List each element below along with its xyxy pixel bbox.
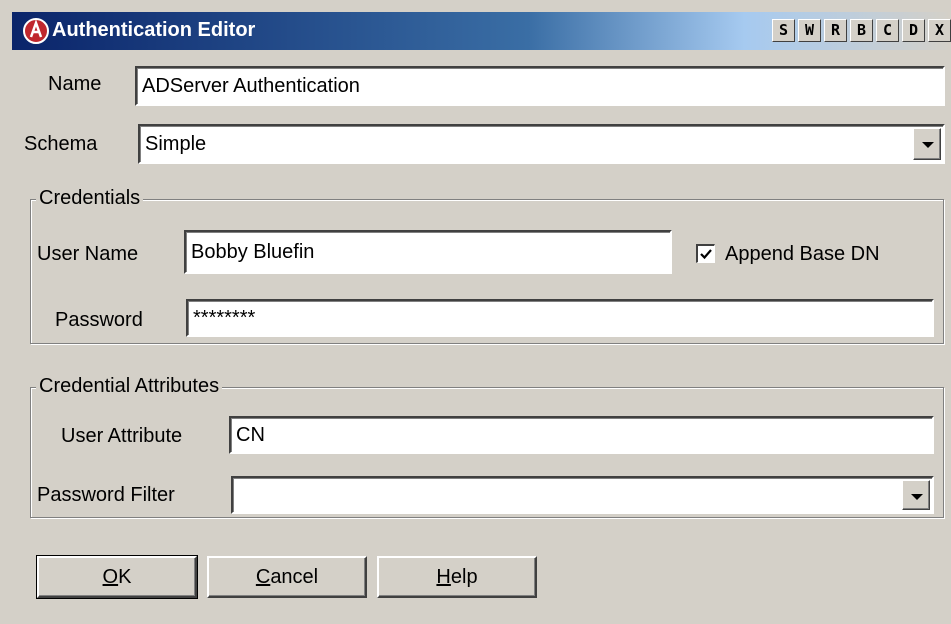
cancel-label-rest: ancel [270, 566, 319, 588]
schema-dropdown-arrow-icon[interactable] [913, 128, 941, 160]
window-title: Authentication Editor [52, 19, 256, 41]
titlebar-s-button[interactable]: S [772, 19, 795, 42]
close-button[interactable]: X [928, 19, 951, 42]
schema-label: Schema [24, 133, 98, 155]
password-filter-select[interactable] [231, 476, 934, 514]
titlebar-r-button[interactable]: R [824, 19, 847, 42]
user-name-input[interactable]: Bobby Bluefin [184, 230, 672, 274]
titlebar-w-button[interactable]: W [798, 19, 821, 42]
cancel-button[interactable]: Cancel [207, 556, 367, 598]
ok-button[interactable]: OK [36, 555, 198, 599]
titlebar-b-button[interactable]: B [850, 19, 873, 42]
password-input[interactable]: ******** [186, 299, 934, 337]
ok-label-rest: K [118, 566, 132, 588]
append-base-dn-checkbox[interactable] [696, 244, 715, 263]
password-filter-dropdown-arrow-icon[interactable] [902, 480, 930, 510]
help-label-rest: elp [450, 566, 478, 588]
titlebar-buttons: S W R B C D X [772, 19, 951, 42]
schema-value: Simple [145, 133, 207, 155]
user-name-label: User Name [37, 243, 139, 265]
checkmark-icon [700, 249, 712, 260]
titlebar-c-button[interactable]: C [876, 19, 899, 42]
cancel-mnemonic: C [255, 566, 271, 588]
authentication-editor-window: Authentication Editor S W R B C D X Name… [0, 0, 951, 624]
app-icon [23, 18, 49, 44]
password-filter-label: Password Filter [37, 484, 175, 506]
user-attribute-input[interactable]: CN [229, 416, 934, 454]
credentials-group-title: Credentials [36, 187, 144, 210]
help-mnemonic: H [436, 566, 451, 588]
password-label: Password [55, 309, 143, 331]
titlebar-d-button[interactable]: D [902, 19, 925, 42]
schema-select[interactable]: Simple [138, 124, 945, 164]
append-base-dn-label[interactable]: Append Base DN [725, 243, 880, 266]
user-attribute-label: User Attribute [61, 425, 183, 447]
title-bar[interactable]: Authentication Editor S W R B C D X [12, 12, 951, 50]
credential-attributes-group-title: Credential Attributes [36, 375, 223, 398]
name-label: Name [48, 73, 102, 95]
help-button[interactable]: Help [377, 556, 537, 598]
name-input[interactable]: ADServer Authentication [135, 66, 945, 106]
ok-mnemonic: O [102, 566, 119, 588]
